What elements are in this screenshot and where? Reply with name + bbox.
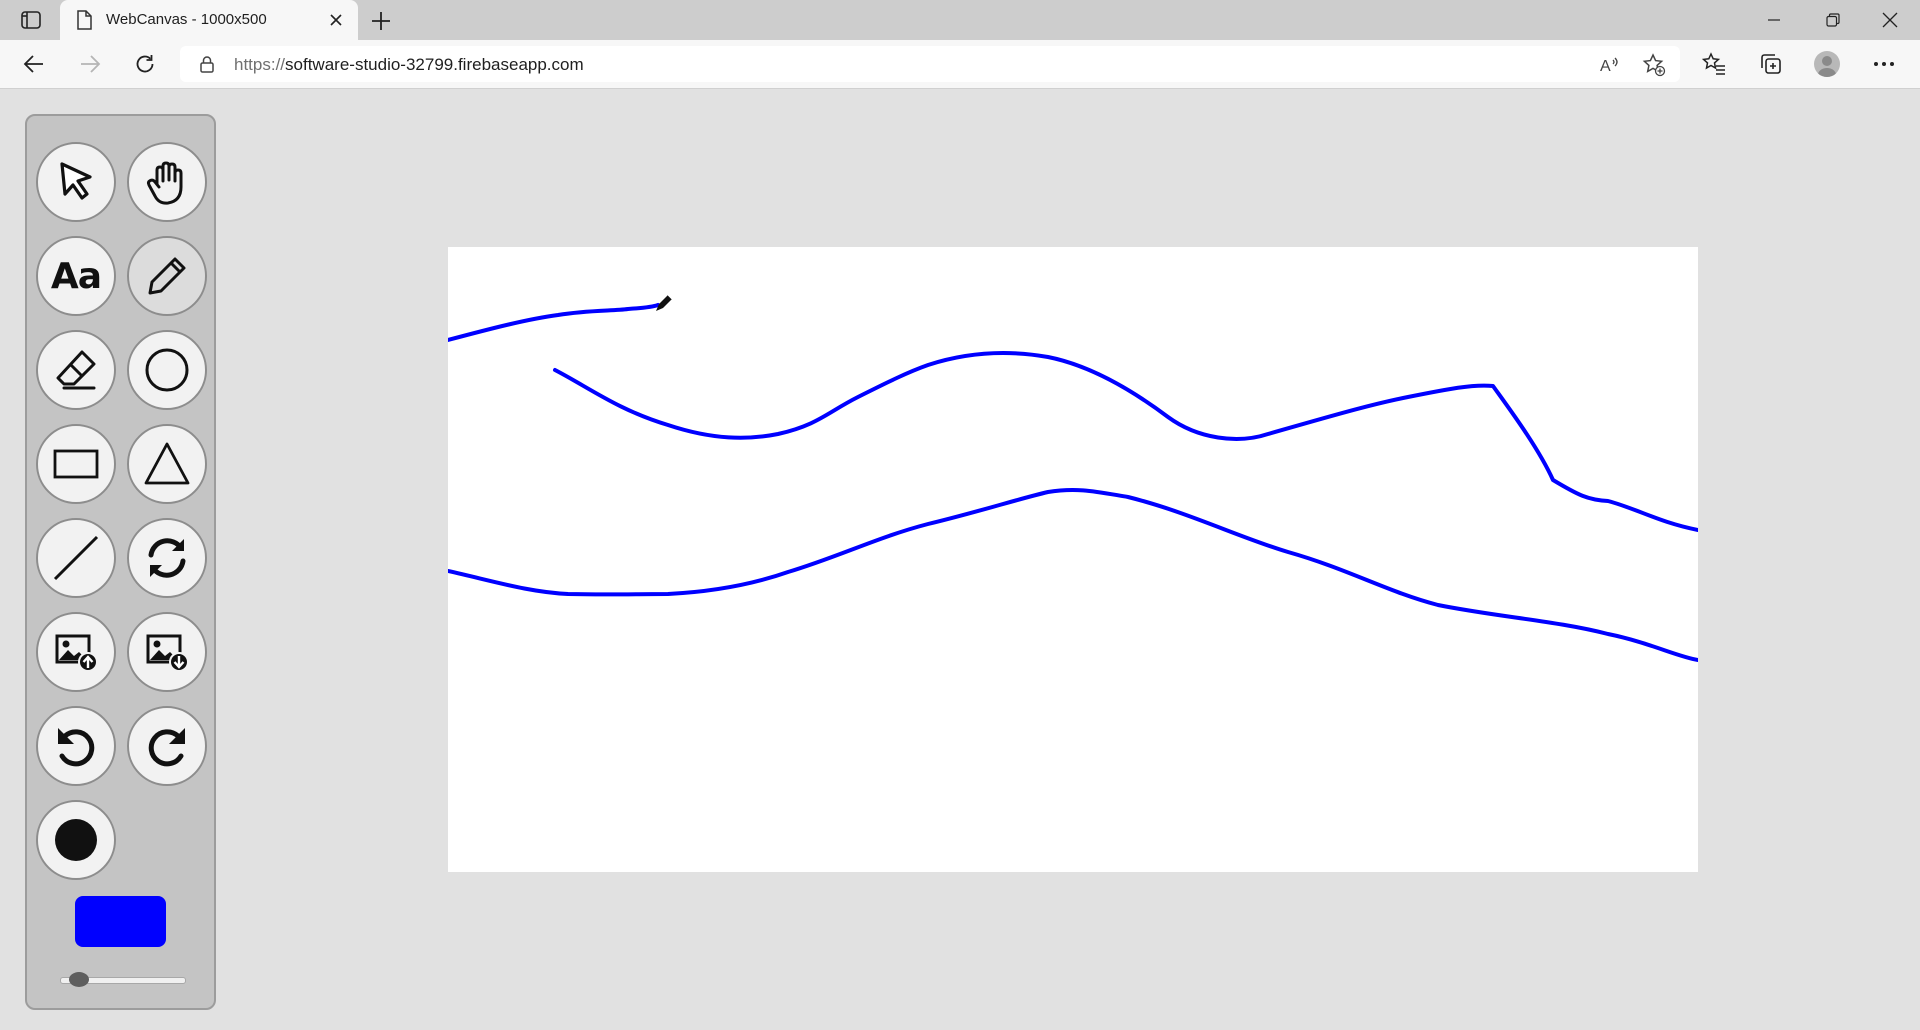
image-upload-icon bbox=[55, 634, 98, 672]
browser-tab-strip: WebCanvas - 1000x500 bbox=[0, 0, 1920, 40]
collections-icon bbox=[1761, 54, 1781, 74]
text-icon: Aa bbox=[50, 255, 102, 297]
hand-icon bbox=[146, 161, 183, 205]
cursor-arrow-icon bbox=[60, 162, 92, 200]
read-aloud-icon[interactable]: A bbox=[1598, 53, 1622, 77]
address-bar[interactable]: https://software-studio-32799.firebaseap… bbox=[180, 46, 1680, 82]
circle-icon bbox=[145, 348, 189, 392]
tab-title: WebCanvas - 1000x500 bbox=[106, 11, 267, 28]
more-dots-icon bbox=[1874, 62, 1894, 66]
eraser-tool-button[interactable] bbox=[36, 330, 116, 410]
add-favorite-icon[interactable] bbox=[1642, 53, 1666, 77]
reload-button[interactable] bbox=[131, 50, 159, 78]
browser-tab[interactable]: WebCanvas - 1000x500 bbox=[60, 0, 358, 40]
close-icon bbox=[1882, 12, 1898, 28]
pencil-cursor-icon bbox=[656, 294, 673, 311]
brush-size-button[interactable] bbox=[36, 800, 116, 880]
canvas-drawing bbox=[448, 294, 1698, 662]
restore-icon bbox=[1826, 13, 1840, 27]
line-icon bbox=[53, 535, 99, 581]
pencil-tool-button[interactable] bbox=[127, 236, 207, 316]
text-tool-button[interactable]: Aa bbox=[36, 236, 116, 316]
arrow-left-icon bbox=[23, 55, 43, 73]
upload-image-tool-button[interactable] bbox=[36, 612, 116, 692]
line-tool-button[interactable] bbox=[36, 518, 116, 598]
redo-icon bbox=[148, 728, 185, 767]
eraser-icon bbox=[56, 350, 96, 390]
url-host: software-studio-32799.firebaseapp.com bbox=[285, 55, 584, 74]
restore-button[interactable] bbox=[1805, 0, 1861, 40]
favorites-button[interactable] bbox=[1700, 50, 1728, 78]
avatar bbox=[1814, 51, 1840, 77]
new-tab-icon[interactable] bbox=[368, 8, 394, 34]
url-scheme: https:// bbox=[234, 55, 286, 74]
url-text[interactable]: https://software-studio-32799.firebaseap… bbox=[234, 55, 584, 75]
lock-icon[interactable] bbox=[198, 55, 216, 73]
profile-button[interactable] bbox=[1813, 50, 1841, 78]
stroke-3 bbox=[448, 487, 1698, 662]
stroke-2 bbox=[553, 351, 1698, 532]
minimize-icon bbox=[1768, 19, 1780, 21]
minimize-button[interactable] bbox=[1746, 0, 1802, 40]
pencil-icon bbox=[148, 257, 186, 295]
undo-icon bbox=[58, 728, 95, 767]
tab-actions-icon[interactable] bbox=[14, 8, 48, 32]
undo-tool-button[interactable] bbox=[36, 706, 116, 786]
refresh-tool-button[interactable] bbox=[127, 518, 207, 598]
reload-icon bbox=[136, 55, 154, 73]
page-icon bbox=[77, 10, 92, 30]
triangle-icon bbox=[144, 442, 190, 485]
back-button[interactable] bbox=[20, 50, 48, 78]
redo-tool-button[interactable] bbox=[127, 706, 207, 786]
browser-toolbar: https://software-studio-32799.firebaseap… bbox=[0, 40, 1920, 89]
tab-close-icon[interactable] bbox=[326, 10, 346, 30]
color-picker[interactable] bbox=[75, 896, 166, 947]
stroke-1 bbox=[448, 303, 660, 342]
download-image-tool-button[interactable] bbox=[127, 612, 207, 692]
triangle-tool-button[interactable] bbox=[127, 424, 207, 504]
circle-tool-button[interactable] bbox=[127, 330, 207, 410]
refresh-icon bbox=[148, 538, 186, 578]
hand-tool-button[interactable] bbox=[127, 142, 207, 222]
drawing-canvas[interactable] bbox=[448, 247, 1698, 872]
brush-size-slider[interactable] bbox=[60, 972, 186, 987]
slider-thumb[interactable] bbox=[68, 972, 89, 987]
settings-more-button[interactable] bbox=[1870, 50, 1898, 78]
rectangle-tool-button[interactable] bbox=[36, 424, 116, 504]
rectangle-icon bbox=[53, 449, 99, 479]
forward-button[interactable] bbox=[76, 50, 104, 78]
collections-button[interactable] bbox=[1757, 50, 1785, 78]
close-window-button[interactable] bbox=[1862, 0, 1918, 40]
select-tool-button[interactable] bbox=[36, 142, 116, 222]
image-download-icon bbox=[146, 634, 189, 672]
filled-circle-icon bbox=[55, 819, 97, 861]
arrow-right-icon bbox=[81, 55, 101, 73]
svg-text:A: A bbox=[1600, 58, 1611, 75]
favorites-icon bbox=[1702, 52, 1725, 75]
